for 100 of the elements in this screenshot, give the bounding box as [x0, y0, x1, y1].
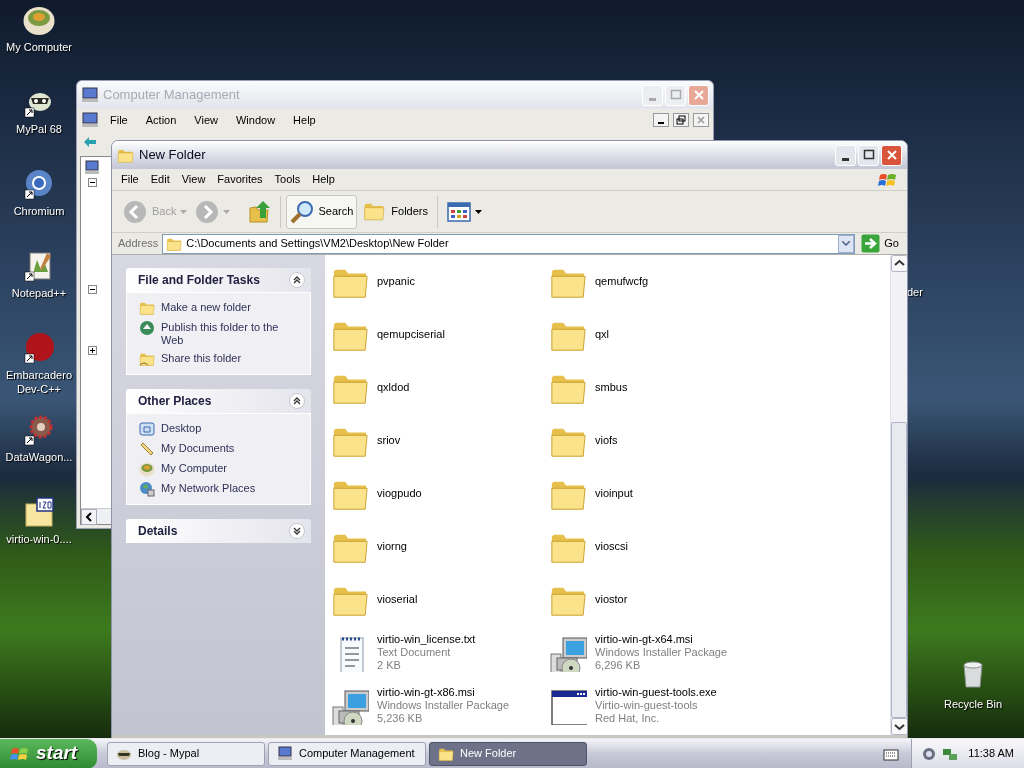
dropdown-caret-icon — [475, 209, 482, 214]
taskbar-button[interactable]: New Folder — [429, 741, 587, 766]
back-arrow-icon — [83, 136, 97, 148]
computer-icon — [81, 87, 99, 103]
desktop-icon-label[interactable]: My Computer — [1, 40, 77, 54]
menu-item[interactable]: Help — [306, 171, 341, 188]
file-name[interactable]: viogpudo — [377, 487, 422, 500]
file-name[interactable]: virtio-win-gt-x64.msi — [595, 633, 728, 646]
file-name[interactable]: vioserial — [377, 593, 418, 606]
task-link[interactable]: My Computer — [161, 461, 228, 475]
pane-header[interactable]: Details — [126, 519, 311, 543]
file-name[interactable]: qxl — [595, 328, 610, 341]
desktop-icon-label[interactable]: der — [907, 284, 923, 301]
desktop-icon — [139, 421, 155, 437]
task-link[interactable]: Share this folder — [161, 351, 242, 365]
menu-item[interactable]: Action — [138, 111, 184, 129]
address-label: Address — [118, 236, 159, 252]
pane-toggle-button[interactable] — [289, 523, 305, 539]
computer-icon — [277, 745, 293, 762]
task-link[interactable]: Desktop — [161, 421, 202, 435]
menu-item[interactable]: View — [175, 171, 212, 188]
maximize-button[interactable] — [858, 144, 879, 166]
scrollbar-thumb[interactable] — [891, 422, 907, 718]
file-name[interactable]: viostor — [595, 593, 628, 606]
file-detail: 2 KB — [377, 659, 402, 672]
file-name[interactable]: sriov — [377, 434, 401, 447]
menu-item[interactable]: File — [115, 171, 145, 188]
cogwheel-icon — [23, 414, 55, 446]
dropdown-button[interactable] — [838, 234, 855, 253]
collapse-icon — [88, 178, 97, 187]
restore-icon — [676, 115, 686, 125]
pane-header[interactable]: Other Places — [126, 389, 311, 413]
menu-item[interactable]: Window — [228, 111, 283, 129]
minimize-icon — [842, 157, 849, 161]
file-name[interactable]: vioscsi — [595, 540, 628, 553]
folder-icon — [139, 300, 155, 316]
pane-toggle-button[interactable] — [289, 272, 305, 288]
computer-icon — [84, 160, 100, 176]
taskbar-button[interactable]: Blog - Mypal — [107, 741, 265, 766]
task-link[interactable]: Make a new folder — [161, 300, 251, 314]
vertical-scrollbar[interactable] — [890, 255, 907, 735]
collapse-chevron-icon — [293, 276, 301, 284]
close-icon — [691, 88, 706, 102]
file-detail: Text Document — [377, 646, 452, 659]
folders-button[interactable]: Folders — [359, 194, 432, 229]
menu-item[interactable]: Help — [286, 111, 323, 129]
restore-button[interactable] — [673, 113, 689, 127]
file-name[interactable]: qemufwcfg — [595, 275, 649, 288]
desktop-icon-label[interactable]: Embarcadero Dev-C++ — [1, 368, 77, 396]
file-name[interactable]: virtio-win-gt-x86.msi — [377, 686, 510, 699]
file-name[interactable]: pvpanic — [377, 275, 415, 288]
go-button[interactable]: Go — [859, 234, 901, 253]
file-name[interactable]: qxldod — [377, 381, 410, 394]
file-name[interactable]: virtio-win_license.txt — [377, 633, 476, 646]
menu-item[interactable]: Tools — [268, 171, 307, 188]
desktop-icon-label[interactable]: virtio-win-0.... — [1, 532, 77, 546]
pane-header[interactable]: File and Folder Tasks — [126, 268, 311, 292]
folder-up-icon — [247, 199, 272, 224]
task-link[interactable]: Publish this folder to the Web — [161, 320, 298, 347]
window-title: New Folder — [139, 146, 207, 165]
desktop-icon-label[interactable]: Recycle Bin — [943, 696, 1003, 713]
search-button[interactable]: Search — [286, 194, 358, 229]
task-link[interactable]: My Network Places — [161, 481, 256, 495]
file-name[interactable]: viofs — [595, 434, 618, 447]
file-name[interactable]: viorng — [377, 540, 407, 553]
file-name[interactable]: qemupciserial — [377, 328, 445, 341]
computer-icon — [139, 461, 155, 477]
menu-item[interactable]: Favorites — [211, 171, 269, 188]
taskbar-button[interactable]: Computer Management — [268, 741, 426, 766]
file-detail: Red Hat, Inc. — [595, 712, 661, 725]
file-name[interactable]: virtio-win-guest-tools.exe — [595, 686, 717, 699]
file-detail: Windows Installer Package — [377, 699, 510, 712]
file-detail: 5,236 KB — [377, 712, 424, 725]
minimize-icon — [658, 122, 664, 124]
menu-item[interactable]: View — [187, 111, 225, 129]
dropdown-caret-icon — [180, 209, 188, 214]
file-name[interactable]: vioinput — [595, 487, 633, 500]
file-detail: 6,296 KB — [595, 659, 642, 672]
search-icon — [290, 199, 315, 224]
desktop-icon-label[interactable]: Chromium — [1, 204, 77, 218]
views-grid-icon — [447, 201, 471, 222]
file-name[interactable]: smbus — [595, 381, 628, 394]
shared-folder-icon — [139, 351, 155, 367]
menu-item[interactable]: Edit — [144, 171, 176, 188]
horizontal-scrollbar[interactable] — [81, 508, 112, 524]
pane-toggle-button[interactable] — [289, 393, 305, 409]
maximize-icon — [861, 148, 876, 162]
clock: 11:38 AM — [968, 746, 1014, 762]
computer-icon — [81, 112, 99, 128]
desktop-icon-label[interactable]: DataWagon... — [1, 450, 77, 464]
desktop-icon-label[interactable]: Notepad++ — [1, 286, 77, 300]
desktop-icon-label[interactable]: MyPal 68 — [1, 122, 77, 136]
go-arrow-icon — [861, 234, 881, 253]
minimize-icon — [649, 97, 656, 101]
minimize-button[interactable] — [653, 113, 669, 127]
dropdown-caret-icon — [223, 209, 231, 214]
dropdown-caret-icon — [842, 241, 851, 246]
address-field[interactable]: C:\Documents and Settings\VM2\Desktop\New Folder — [162, 233, 856, 254]
menu-item[interactable]: File — [103, 111, 135, 129]
task-link[interactable]: My Documents — [161, 441, 235, 455]
